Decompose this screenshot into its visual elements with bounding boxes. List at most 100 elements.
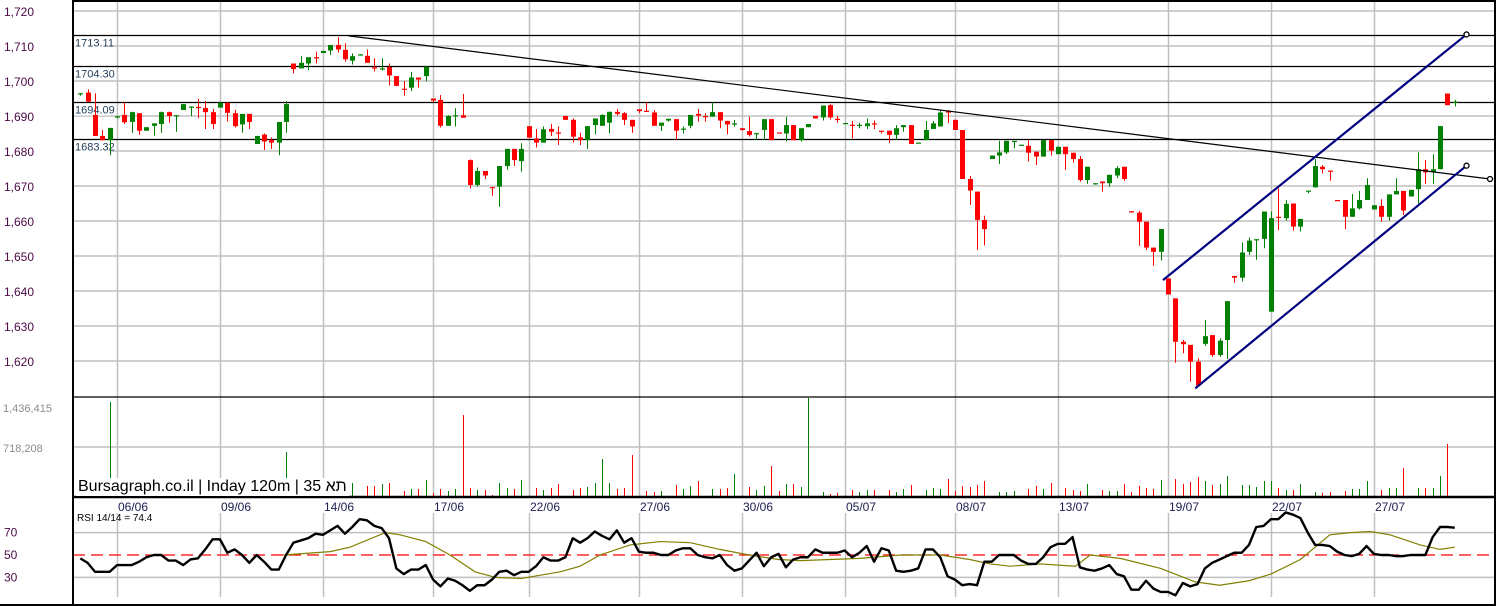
candle-body [615,111,620,114]
candle-body [571,119,576,137]
candle-body [1306,190,1311,192]
candle-body [938,112,943,127]
candle-body [394,76,399,86]
candle-body [78,93,83,95]
candle-body [196,106,201,109]
price-tick-label: 1,620 [4,355,34,369]
candle-body [960,130,965,179]
candle-body [828,105,833,118]
candle-body [336,44,341,50]
candle-body [549,128,554,132]
candle-body [1350,208,1355,217]
candle-body [181,104,186,111]
candle-body [865,123,870,127]
candle-body [100,135,105,141]
channel-upper-handle [1463,31,1470,38]
resistance-trendline-handle [1486,175,1494,183]
candle-body [1453,101,1458,103]
candle-body [321,50,326,53]
candle-body [475,170,480,185]
candle-body [975,191,980,220]
rsi-tick-label: 70 [4,526,18,540]
candle-body [901,125,906,128]
candle-body [291,63,296,70]
candle-body [468,160,473,185]
candle-body [93,114,98,136]
candle-body [299,62,304,69]
candle-body [593,118,598,126]
candle-body [1298,218,1303,227]
candle-body [725,120,730,125]
candle-body [1173,298,1178,342]
date-tick-label: 27/06 [640,500,670,514]
date-tick-label: 27/07 [1375,500,1405,514]
candle-body [1093,183,1098,185]
candle-body [821,105,826,118]
candle-body [1284,203,1289,219]
candle-body [1122,166,1127,179]
candle-body [1276,216,1281,218]
candle-body [461,115,466,118]
candle-body [1232,275,1237,278]
candle-body [203,107,208,113]
candle-body [483,170,488,176]
price-level-label: 1683.32 [75,142,115,154]
date-tick-label: 30/06 [743,500,773,514]
candle-body [314,57,319,59]
candle-body [718,112,723,121]
candle-body [1240,252,1245,278]
candle-body [1247,240,1252,252]
date-tick-label: 19/07 [1169,500,1199,514]
candle-body [174,115,179,117]
date-tick-label: 06/06 [118,500,148,514]
candle-body [747,131,752,135]
candle-body [740,128,745,130]
rsi-title: RSI 14/14 = 74.4 [77,513,153,524]
rsi-line [79,511,1455,597]
candle-body [659,122,664,126]
rsi-tick-label: 50 [4,548,18,562]
candle-body [1401,190,1406,211]
candle-body [328,44,333,51]
candle-body [1416,169,1421,190]
candle-body [857,124,862,126]
candle-body [255,135,260,144]
candle-body [1210,335,1215,356]
price-tick-label: 1,630 [4,320,34,334]
candle-body [696,113,701,116]
candle-body [240,113,245,125]
candle-body [438,99,443,126]
candle-body [218,102,223,108]
rsi-tick-label: 30 [4,570,18,584]
price-tick-label: 1,690 [4,110,34,124]
price-tick-label: 1,660 [4,215,34,229]
candle-body [233,113,238,127]
candle-body [1159,229,1164,252]
candle-body [1320,166,1325,170]
channel-lower-handle [1463,162,1470,169]
candle-body [1034,151,1039,157]
candle-body [358,54,363,56]
date-tick-label: 22/06 [530,500,560,514]
candle-body [534,138,539,143]
price-levels: 1713.11 1704.30 1694.09 1683.32 [73,34,1495,154]
candle-body [563,116,568,120]
candle-body [402,88,407,90]
candle-body [630,119,635,127]
candle-body [666,118,671,121]
candle-body [1137,212,1142,222]
candle-body [262,134,267,142]
candle-body [416,77,421,80]
candle-body [490,187,495,189]
candle-body [607,111,612,123]
candle-body [799,128,804,141]
date-tick-label: 09/06 [221,500,251,514]
candle-body [424,66,429,77]
price-tick-label: 1,710 [4,40,34,54]
price-level-label: 1694.09 [75,105,115,117]
candle-body [931,123,936,129]
candle-body [343,49,348,60]
candle-body [211,112,216,125]
candle-body [387,67,392,76]
candle-body [1387,194,1392,217]
